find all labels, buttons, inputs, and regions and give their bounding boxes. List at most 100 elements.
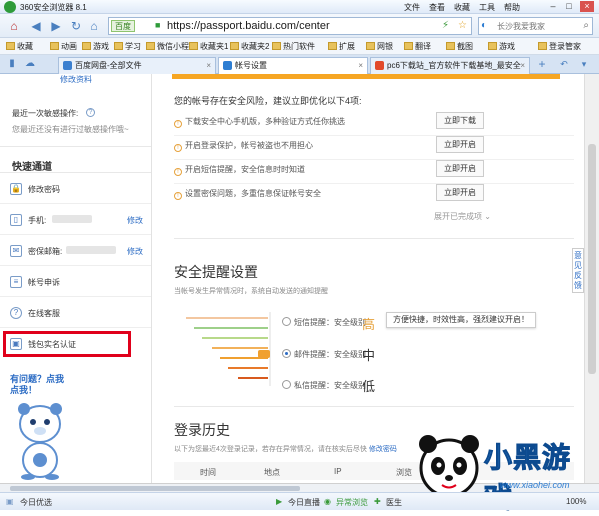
tab-close-icon[interactable]: × — [358, 58, 363, 73]
sms-alert-radio[interactable] — [282, 317, 291, 326]
back-icon[interactable]: ◀ — [28, 18, 44, 34]
speed-link[interactable]: 异常浏览 — [336, 497, 368, 508]
divider — [174, 183, 574, 184]
email-alert-radio[interactable] — [282, 349, 291, 358]
go-icon[interactable]: ⚡ — [442, 20, 449, 31]
alert-settings-title: 安全提醒设置 — [174, 264, 258, 280]
fav-item[interactable]: 翻译 — [404, 41, 431, 52]
message-alert-label: 私信提醒：安全级别 — [294, 381, 366, 390]
home-icon[interactable]: ⌂ — [6, 18, 22, 34]
minimize-icon[interactable]: – — [546, 1, 560, 12]
sidebar-toggle-icon[interactable]: ▮ — [4, 56, 20, 72]
fav-item[interactable]: 游戏 — [488, 41, 515, 52]
refresh-icon[interactable]: ↻ — [68, 18, 84, 34]
search-engine-icon[interactable]: ◐ — [481, 20, 487, 31]
forward-icon[interactable]: ▶ — [48, 18, 64, 34]
help-circle-icon: ? — [10, 307, 22, 319]
masked-email — [66, 246, 116, 254]
account-sidebar: 修改资料 最近一次敏感操作: ? 您最近还没有进行过敏感操作哦~ 快速通道 🔒 … — [0, 74, 152, 492]
menu-help[interactable]: 帮助 — [504, 2, 520, 13]
search-box[interactable]: ◐ ⌕ — [478, 17, 593, 35]
window-title: 360安全浏览器 8.1 — [20, 3, 87, 12]
level-low: 低 — [362, 379, 376, 394]
site-badge: 百度 — [111, 20, 135, 32]
level-medium: 中 — [362, 348, 376, 363]
vertical-scrollbar[interactable] — [584, 74, 599, 492]
fav-item[interactable]: 游戏 — [82, 41, 109, 52]
tab-netdisk[interactable]: 百度网盘-全部文件 × — [58, 57, 216, 74]
close-icon[interactable]: × — [580, 1, 594, 12]
fav-item[interactable]: 收藏 — [6, 41, 33, 52]
risk-banner-edge — [172, 74, 560, 79]
tab-account-settings[interactable]: 帐号设置 × — [218, 57, 368, 75]
edit-email-link[interactable]: 修改 — [127, 246, 143, 257]
maximize-icon[interactable]: □ — [562, 1, 576, 12]
fav-item[interactable]: 学习 — [114, 41, 141, 52]
warning-icon: ! — [174, 192, 182, 200]
change-password-link[interactable]: 修改密码 — [369, 446, 397, 453]
search-input[interactable] — [497, 20, 577, 32]
secure-lock-icon: ■ — [155, 20, 161, 30]
edit-profile-link[interactable]: 修改资料 — [60, 74, 92, 85]
security-level-graphic — [186, 312, 271, 386]
doctor-link[interactable]: 医生 — [386, 497, 402, 508]
sidebar-item-support[interactable]: ? 在线客服 — [0, 298, 151, 328]
new-tab-icon[interactable]: + — [534, 56, 550, 72]
mascot-text[interactable]: 有问题？点我点我！ — [10, 374, 70, 396]
message-alert-radio[interactable] — [282, 380, 291, 389]
warning-icon: ! — [174, 144, 182, 152]
fav-item[interactable]: 微信小程 — [146, 41, 189, 52]
feedback-button[interactable]: 意见反馈 — [572, 248, 584, 293]
status-bar: ▣ 今日优选 ▶ 今日直播 ◉ 异常浏览 ✚ 医生 100% — [0, 492, 599, 510]
today-picks-link[interactable]: 今日优选 — [20, 497, 52, 508]
tab-pc6[interactable]: pc6下载站_官方软件下载基地_最安全 × — [370, 57, 530, 74]
col-time: 时间 — [200, 468, 216, 477]
folder-icon — [272, 42, 281, 50]
fav-item[interactable]: 网银 — [366, 41, 393, 52]
menu-favorites[interactable]: 收藏 — [454, 2, 470, 13]
bookmark-star-icon[interactable]: ☆ — [458, 20, 467, 31]
recent-op-text: 您最近还没有进行过敏感操作哦~ — [12, 125, 129, 134]
search-icon[interactable]: ⌕ — [583, 20, 589, 31]
sidebar-item-appeal[interactable]: ≡ 帐号申诉 — [0, 267, 151, 297]
translate-icon — [404, 42, 413, 50]
enable-sms-button[interactable]: 立即开启 — [436, 160, 484, 177]
tab-undo-icon[interactable]: ↶ — [556, 56, 572, 72]
url-text[interactable]: https://passport.baidu.com/center — [167, 20, 330, 32]
mail-icon: ✉ — [10, 245, 22, 257]
fav-item[interactable]: 动画 — [50, 41, 77, 52]
fav-item[interactable]: 收藏夹1 — [189, 41, 228, 52]
fav-item[interactable]: 扩展 — [328, 41, 355, 52]
address-bar[interactable]: 百度 ■ https://passport.baidu.com/center ⚡… — [108, 17, 472, 35]
enable-security-question-button[interactable]: 立即开启 — [436, 184, 484, 201]
fav-item[interactable]: 热门软件 — [272, 41, 315, 52]
expand-completed-link[interactable]: 展开已完成项 ⌄ — [434, 211, 491, 222]
tab-close-icon[interactable]: × — [520, 58, 525, 73]
scroll-thumb[interactable] — [10, 486, 300, 491]
live-link[interactable]: 今日直播 — [288, 497, 320, 508]
sidebar-item-change-password[interactable]: 🔒 修改密码 — [0, 174, 151, 204]
fav-item[interactable]: 收藏夹2 — [230, 41, 269, 52]
scroll-thumb[interactable] — [588, 144, 596, 374]
favorites-bar: 收藏 动画 游戏 学习 微信小程 收藏夹1 收藏夹2 热门软件 扩展 网银 翻译… — [0, 38, 599, 55]
menu-tools[interactable]: 工具 — [479, 2, 495, 13]
home-page-icon[interactable]: ⌂ — [86, 18, 102, 34]
mascot-helper[interactable]: 有问题？点我点我！ — [10, 374, 70, 484]
fav-item[interactable]: 截图 — [446, 41, 473, 52]
login-history-title: 登录历史 — [174, 422, 230, 438]
help-icon[interactable]: ? — [86, 108, 95, 117]
enable-login-protect-button[interactable]: 立即开启 — [436, 136, 484, 153]
menu-view[interactable]: 查看 — [429, 2, 445, 13]
tab-close-icon[interactable]: × — [206, 58, 211, 73]
menu-file[interactable]: 文件 — [404, 2, 420, 13]
zoom-level[interactable]: 100% — [566, 497, 586, 506]
sidebar-item-phone[interactable]: ▯ 手机: 修改 — [0, 205, 151, 235]
edit-phone-link[interactable]: 修改 — [127, 215, 143, 226]
sidebar-item-email[interactable]: ✉ 密保邮箱: 修改 — [0, 236, 151, 266]
tab-list-icon[interactable]: ▾ — [576, 56, 592, 72]
download-button[interactable]: 立即下载 — [436, 112, 484, 129]
cloud-icon[interactable]: ☁ — [22, 56, 38, 72]
risk-item: ! 开启短信提醒，安全信息时时知道 — [174, 164, 305, 176]
fav-item[interactable]: 登录管家 — [538, 41, 581, 52]
folder-icon — [189, 42, 198, 50]
